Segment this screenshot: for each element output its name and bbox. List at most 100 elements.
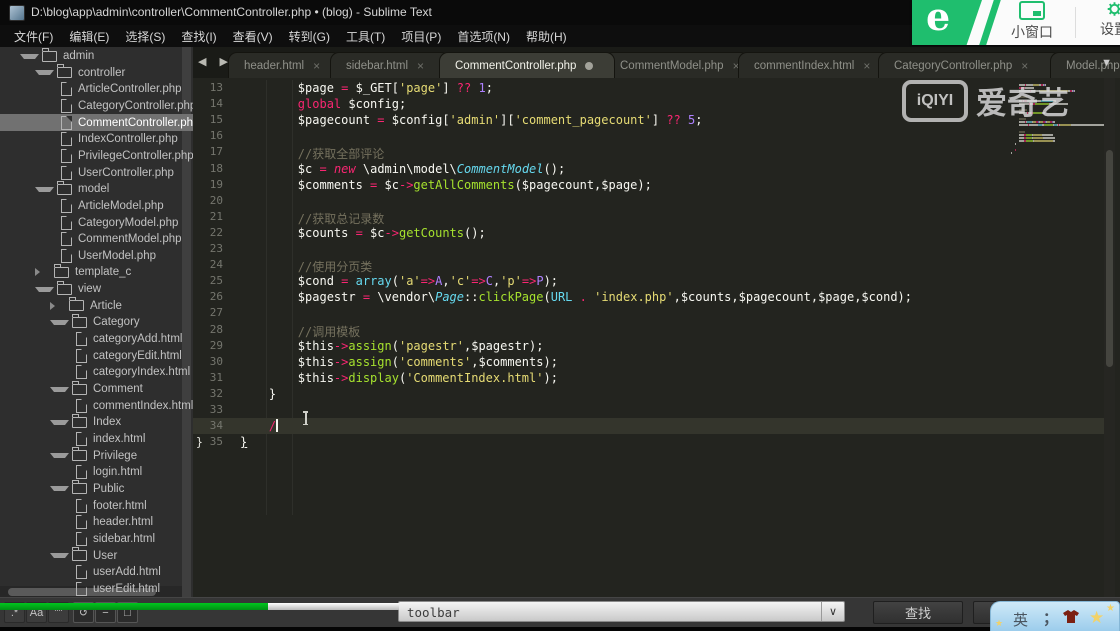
code-line-35[interactable]: }35}: [193, 434, 1113, 450]
tree-item-footer-html[interactable]: footer.html: [0, 497, 193, 514]
code-line-25[interactable]: 25 $cond = array('a'=>A,'c'=>C,'p'=>P);: [193, 273, 1113, 289]
tree-item-categoryindex-html[interactable]: categoryIndex.html: [0, 364, 193, 381]
tab-close-icon[interactable]: ×: [863, 61, 870, 71]
editor-scrollbar[interactable]: [1106, 150, 1113, 367]
tab-sidebar-html[interactable]: sidebar.html×: [330, 52, 450, 78]
code-line-30[interactable]: 30 $this->assign('comments',$comments);: [193, 354, 1113, 370]
tree-item-controller[interactable]: controller: [0, 64, 193, 81]
tree-item-template_c[interactable]: template_c: [0, 264, 193, 281]
menu-item[interactable]: 帮助(H): [518, 28, 575, 45]
tree-item-commentmodel-php[interactable]: CommentModel.php: [0, 231, 193, 248]
collapsed-arrow-icon[interactable]: [50, 302, 66, 310]
find-history-dropdown-icon[interactable]: ∨: [821, 602, 844, 621]
tab-close-icon[interactable]: ×: [417, 61, 424, 71]
menu-item[interactable]: 查看(V): [225, 28, 281, 45]
code-line-18[interactable]: 18 $c = new \admin\model\CommentModel();: [193, 161, 1113, 177]
tree-item-comment[interactable]: Comment: [0, 381, 193, 398]
find-button[interactable]: 查找: [873, 601, 963, 624]
tree-item-index[interactable]: Index: [0, 414, 193, 431]
iqiyi-text: 爱奇艺: [976, 78, 1069, 123]
tree-item-articlemodel-php[interactable]: ArticleModel.php: [0, 197, 193, 214]
tab-commentcontroller-php[interactable]: CommentController.php: [439, 52, 615, 78]
tree-item-login-html[interactable]: login.html: [0, 464, 193, 481]
code-line-26[interactable]: 26 $pagestr = \vendor\Page::clickPage(UR…: [193, 289, 1113, 305]
code-line-34[interactable]: 34 /: [193, 418, 1113, 434]
tree-item-user[interactable]: User: [0, 547, 193, 564]
tree-item-privilegecontroller-php[interactable]: PrivilegeController.php: [0, 147, 193, 164]
find-input[interactable]: toolbar ∨: [398, 601, 845, 622]
tree-item-sidebar-html[interactable]: sidebar.html: [0, 530, 193, 547]
code-line-27[interactable]: 27: [193, 305, 1113, 321]
expanded-arrow-icon[interactable]: [20, 54, 39, 59]
tree-item-usermodel-php[interactable]: UserModel.php: [0, 247, 193, 264]
tab-close-icon[interactable]: ×: [1021, 61, 1028, 71]
code-line-28[interactable]: 28 //调用模板: [193, 322, 1113, 338]
expanded-arrow-icon[interactable]: [50, 420, 69, 425]
code-line-21[interactable]: 21 //获取总记录数: [193, 209, 1113, 225]
code-line-33[interactable]: 33: [193, 402, 1113, 418]
tree-item-articlecontroller-php[interactable]: ArticleController.php: [0, 81, 193, 98]
tree-item-article[interactable]: Article: [0, 297, 193, 314]
tree-item-usercontroller-php[interactable]: UserController.php: [0, 164, 193, 181]
code-editor[interactable]: 13 $page = $_GET['page'] ?? 1;14 global …: [193, 78, 1120, 597]
code-line-31[interactable]: 31 $this->display('CommentIndex.html');: [193, 370, 1113, 386]
tree-item-public[interactable]: Public: [0, 480, 193, 497]
code-line-22[interactable]: 22 $counts = $c->getCounts();: [193, 225, 1113, 241]
tree-item-header-html[interactable]: header.html: [0, 514, 193, 531]
menu-item[interactable]: 项目(P): [393, 28, 449, 45]
tab-header-html[interactable]: header.html ×: [228, 52, 341, 78]
tree-item-categorycontroller-php[interactable]: CategoryController.php: [0, 97, 193, 114]
code-line-16[interactable]: 16: [193, 128, 1113, 144]
code-line-24[interactable]: 24 //使用分页类: [193, 257, 1113, 273]
tab-categorycontroller-php[interactable]: CategoryController.php×: [878, 52, 1061, 78]
tab-overflow-icon[interactable]: ▼: [1101, 57, 1112, 69]
code-line-20[interactable]: 20: [193, 193, 1113, 209]
expanded-arrow-icon[interactable]: [50, 553, 69, 558]
menu-item[interactable]: 文件(F): [6, 28, 61, 45]
menu-item[interactable]: 首选项(N): [449, 28, 518, 45]
video-progress-played[interactable]: [0, 603, 268, 610]
code-line-17[interactable]: 17 //获取全部评论: [193, 144, 1113, 160]
expanded-arrow-icon[interactable]: [50, 320, 69, 325]
menu-item[interactable]: 转到(G): [281, 28, 338, 45]
tree-item-model[interactable]: model: [0, 181, 193, 198]
tab-commentindex-html[interactable]: commentIndex.html×: [738, 52, 889, 78]
tree-item-category[interactable]: Category: [0, 314, 193, 331]
tree-item-privilege[interactable]: Privilege: [0, 447, 193, 464]
menu-item[interactable]: 选择(S): [117, 28, 173, 45]
collapsed-arrow-icon[interactable]: [35, 268, 51, 276]
expanded-arrow-icon[interactable]: [35, 70, 54, 75]
video-progress-remaining[interactable]: [268, 603, 399, 610]
tree-item-categoryadd-html[interactable]: categoryAdd.html: [0, 331, 193, 348]
code-line-29[interactable]: 29 $this->assign('pagestr',$pagestr);: [193, 338, 1113, 354]
tree-item-admin[interactable]: admin: [0, 48, 193, 65]
tab-commentmodel-php[interactable]: CommentModel.php×: [604, 52, 749, 78]
tree-item-categorymodel-php[interactable]: CategoryModel.php: [0, 214, 193, 231]
code-line-23[interactable]: 23: [193, 241, 1113, 257]
ime-status-badge[interactable]: 英 ； ★ ★ ★: [990, 601, 1120, 631]
expanded-arrow-icon[interactable]: [50, 387, 69, 392]
tree-item-useradd-html[interactable]: userAdd.html: [0, 564, 193, 581]
expanded-arrow-icon[interactable]: [35, 287, 54, 292]
tree-item-label: User: [93, 550, 117, 562]
tree-item-view[interactable]: view: [0, 281, 193, 298]
small-window-button[interactable]: 小窗口: [992, 0, 1072, 42]
tree-item-commentcontroller-php[interactable]: CommentController.php: [0, 114, 193, 131]
expanded-arrow-icon[interactable]: [35, 187, 54, 192]
line-number: 33: [193, 403, 223, 416]
tab-close-icon[interactable]: ×: [313, 61, 320, 71]
code-line-32[interactable]: 32 }: [193, 386, 1113, 402]
menu-item[interactable]: 查找(I): [173, 28, 224, 45]
tree-item-commentindex-html[interactable]: commentIndex.html: [0, 397, 193, 414]
tree-item-indexcontroller-php[interactable]: IndexController.php: [0, 131, 193, 148]
tab-label: header.html: [244, 60, 304, 72]
tree-item-index-html[interactable]: index.html: [0, 430, 193, 447]
tree-item-categoryedit-html[interactable]: categoryEdit.html: [0, 347, 193, 364]
expanded-arrow-icon[interactable]: [50, 453, 69, 458]
code-line-19[interactable]: 19 $comments = $c->getAllComments($pagec…: [193, 177, 1113, 193]
expanded-arrow-icon[interactable]: [50, 486, 69, 491]
menu-item[interactable]: 工具(T): [338, 28, 393, 45]
menu-item[interactable]: 编辑(E): [61, 28, 117, 45]
settings-button[interactable]: 设置: [1084, 0, 1120, 39]
tree-item-useredit-html[interactable]: userEdit.html: [0, 580, 193, 597]
